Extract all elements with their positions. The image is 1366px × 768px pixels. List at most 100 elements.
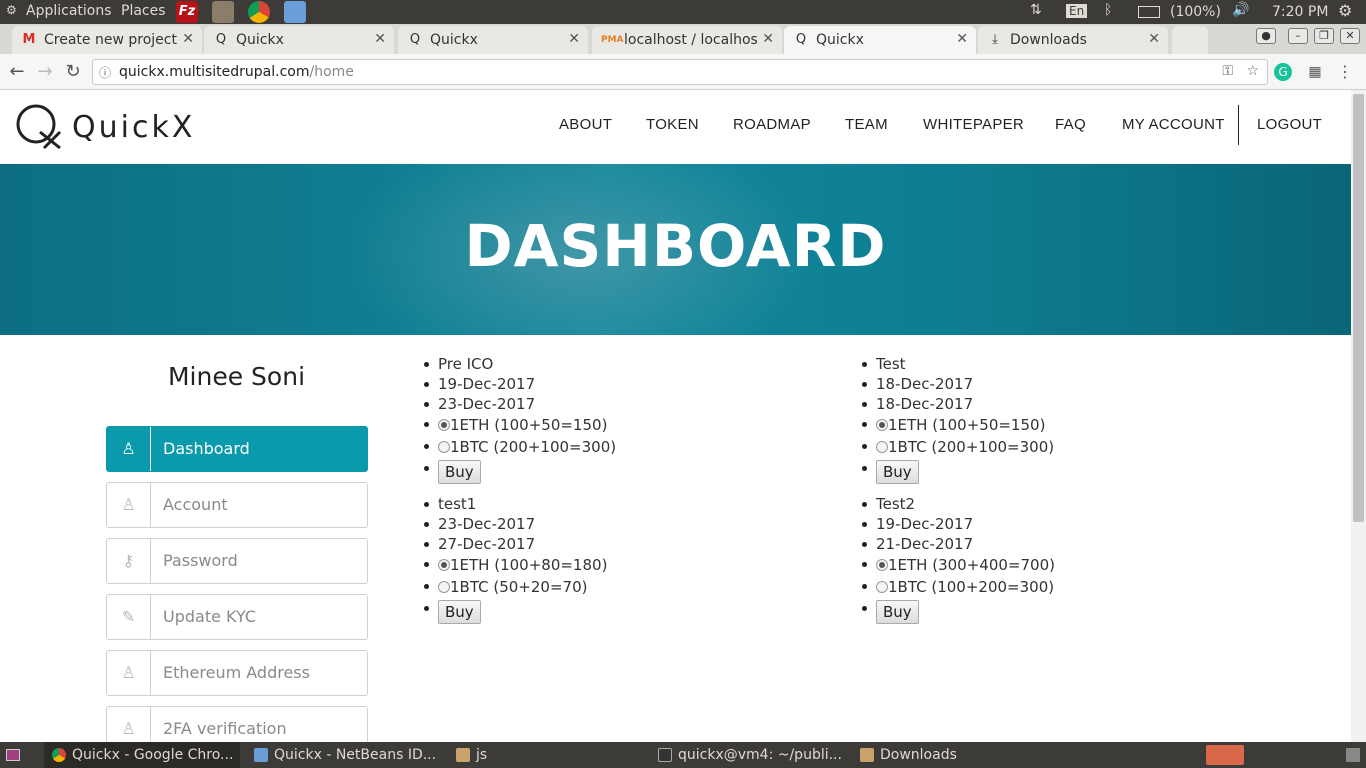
btc-option[interactable]: 1BTC (50+20=70): [423, 576, 607, 598]
tab-quickx-1[interactable]: Q Quickx ✕: [204, 26, 394, 54]
menu-dots-icon[interactable]: ⋮: [1334, 61, 1356, 83]
nav-my-account[interactable]: MY ACCOUNT: [1122, 116, 1225, 133]
sidebar-item-account[interactable]: ♙ Account: [106, 482, 368, 528]
radio-button[interactable]: [876, 581, 888, 593]
close-icon[interactable]: ✕: [374, 31, 386, 47]
radio-button[interactable]: [876, 441, 888, 453]
volume-icon[interactable]: 🔊: [1232, 2, 1249, 18]
eth-option[interactable]: 1ETH (100+80=180): [423, 554, 607, 576]
page-scrollbar[interactable]: [1351, 90, 1366, 742]
taskbar-item-label: quickx@vm4: ~/publi...: [678, 747, 842, 763]
window-close-button[interactable]: ✕: [1340, 28, 1360, 44]
btc-option[interactable]: 1BTC (200+100=300): [423, 436, 616, 458]
netbeans-launcher-icon[interactable]: [284, 1, 306, 23]
buy-button[interactable]: Buy: [438, 460, 481, 484]
radio-button[interactable]: [438, 441, 450, 453]
buy-button[interactable]: Buy: [438, 600, 481, 624]
minimize-button[interactable]: –: [1288, 28, 1308, 44]
forward-icon[interactable]: →: [34, 61, 56, 83]
info-icon[interactable]: ⓘ: [99, 64, 111, 81]
battery-icon[interactable]: [1138, 6, 1160, 18]
taskbar-item-terminal[interactable]: quickx@vm4: ~/publi...: [650, 742, 846, 768]
applications-menu[interactable]: Applications: [26, 3, 112, 19]
hero-banner: DASHBOARD: [0, 164, 1351, 335]
user-icon: ♙: [107, 427, 151, 471]
workspace-switcher-icon[interactable]: [1206, 745, 1244, 765]
taskbar-item-chrome[interactable]: Quickx - Google Chro...: [44, 742, 240, 768]
user-icon: ♙: [107, 707, 151, 742]
back-icon[interactable]: ←: [6, 61, 28, 83]
close-icon[interactable]: ✕: [1148, 31, 1160, 47]
keyboard-layout[interactable]: En: [1066, 4, 1088, 18]
sidebar-item-password[interactable]: ⚷ Password: [106, 538, 368, 584]
filezilla-icon[interactable]: Fz: [176, 1, 198, 23]
nav-token[interactable]: TOKEN: [646, 116, 699, 133]
sidebar-item-dashboard[interactable]: ♙ Dashboard: [106, 426, 368, 472]
sidebar-item-update-kyc[interactable]: ✎ Update KYC: [106, 594, 368, 640]
nav-faq[interactable]: FAQ: [1055, 116, 1086, 133]
nav-roadmap[interactable]: ROADMAP: [733, 116, 811, 133]
nav-about[interactable]: ABOUT: [559, 116, 612, 133]
ico-name: Test: [861, 354, 1054, 374]
settings-gear-icon[interactable]: ⚙: [1338, 1, 1352, 20]
clock[interactable]: 7:20 PM: [1272, 4, 1328, 20]
bluetooth-icon[interactable]: ᛒ: [1104, 2, 1112, 18]
extension-icon[interactable]: ▦: [1304, 61, 1326, 83]
taskbar-item-downloads[interactable]: Downloads: [852, 742, 1048, 768]
buy-row: Buy: [423, 458, 616, 486]
btc-option[interactable]: 1BTC (200+100=300): [861, 436, 1054, 458]
ubuntu-icon[interactable]: ⚙: [6, 3, 17, 17]
reload-icon[interactable]: ↻: [62, 61, 84, 83]
eth-option[interactable]: 1ETH (100+50=150): [423, 414, 616, 436]
close-icon[interactable]: ✕: [182, 31, 194, 47]
btc-option[interactable]: 1BTC (100+200=300): [862, 576, 1055, 598]
trash-icon[interactable]: [1346, 748, 1360, 762]
files-icon[interactable]: [212, 1, 234, 23]
ico-card-test: Test 18-Dec-2017 18-Dec-2017 1ETH (100+5…: [861, 354, 1054, 486]
nav-divider: [1238, 105, 1239, 145]
nav-team[interactable]: TEAM: [845, 116, 888, 133]
radio-button[interactable]: [876, 419, 888, 431]
radio-button[interactable]: [438, 419, 450, 431]
site-logo-text[interactable]: QuickX: [72, 110, 195, 145]
ico-card-pre-ico: Pre ICO 19-Dec-2017 23-Dec-2017 1ETH (10…: [423, 354, 616, 486]
taskbar-item-netbeans[interactable]: Quickx - NetBeans ID...: [246, 742, 442, 768]
show-desktop-icon[interactable]: [6, 749, 20, 761]
taskbar-item-js[interactable]: js: [448, 742, 644, 768]
restore-button[interactable]: ❐: [1314, 28, 1334, 44]
radio-button[interactable]: [438, 559, 450, 571]
close-icon[interactable]: ✕: [956, 31, 968, 47]
tab-phpmyadmin[interactable]: PMA localhost / localhos ✕: [592, 26, 782, 54]
eth-option[interactable]: 1ETH (300+400=700): [862, 554, 1055, 576]
buy-button[interactable]: Buy: [876, 460, 919, 484]
new-tab-button[interactable]: [1172, 26, 1208, 54]
close-icon[interactable]: ✕: [568, 31, 580, 47]
key-icon[interactable]: ⚿: [1222, 63, 1233, 79]
sidebar-item-label: Password: [163, 551, 238, 570]
ico-start-date: 18-Dec-2017: [861, 374, 1054, 394]
scrollbar-thumb[interactable]: [1353, 94, 1364, 522]
tab-quickx-active[interactable]: Q Quickx ✕: [784, 26, 976, 54]
profile-icon[interactable]: ●: [1256, 28, 1276, 44]
radio-button[interactable]: [876, 559, 888, 571]
quickx-logo-icon[interactable]: [14, 102, 64, 150]
nav-logout[interactable]: LOGOUT: [1257, 116, 1322, 133]
sidebar-item-ethereum-address[interactable]: ♙ Ethereum Address: [106, 650, 368, 696]
close-icon[interactable]: ✕: [762, 31, 774, 47]
network-icon[interactable]: ⇅: [1030, 2, 1042, 18]
star-icon[interactable]: ☆: [1246, 63, 1259, 79]
buy-button[interactable]: Buy: [876, 600, 919, 624]
taskbar-item-label: js: [476, 747, 488, 763]
nav-whitepaper[interactable]: WHITEPAPER: [923, 116, 1024, 133]
tab-gmail[interactable]: M Create new project ✕: [12, 26, 202, 54]
grammarly-icon[interactable]: G: [1274, 63, 1292, 81]
tab-quickx-2[interactable]: Q Quickx ✕: [398, 26, 588, 54]
tab-downloads[interactable]: ⤓ Downloads ✕: [978, 26, 1168, 54]
tab-title: localhost / localhos: [624, 32, 758, 48]
chrome-launcher-icon[interactable]: [248, 1, 270, 23]
eth-option[interactable]: 1ETH (100+50=150): [861, 414, 1054, 436]
radio-button[interactable]: [438, 581, 450, 593]
address-bar[interactable]: ⓘ quickx.multisitedrupal.com/home ⚿ ☆: [92, 59, 1268, 85]
sidebar-item-2fa[interactable]: ♙ 2FA verification: [106, 706, 368, 742]
places-menu[interactable]: Places: [121, 3, 166, 19]
